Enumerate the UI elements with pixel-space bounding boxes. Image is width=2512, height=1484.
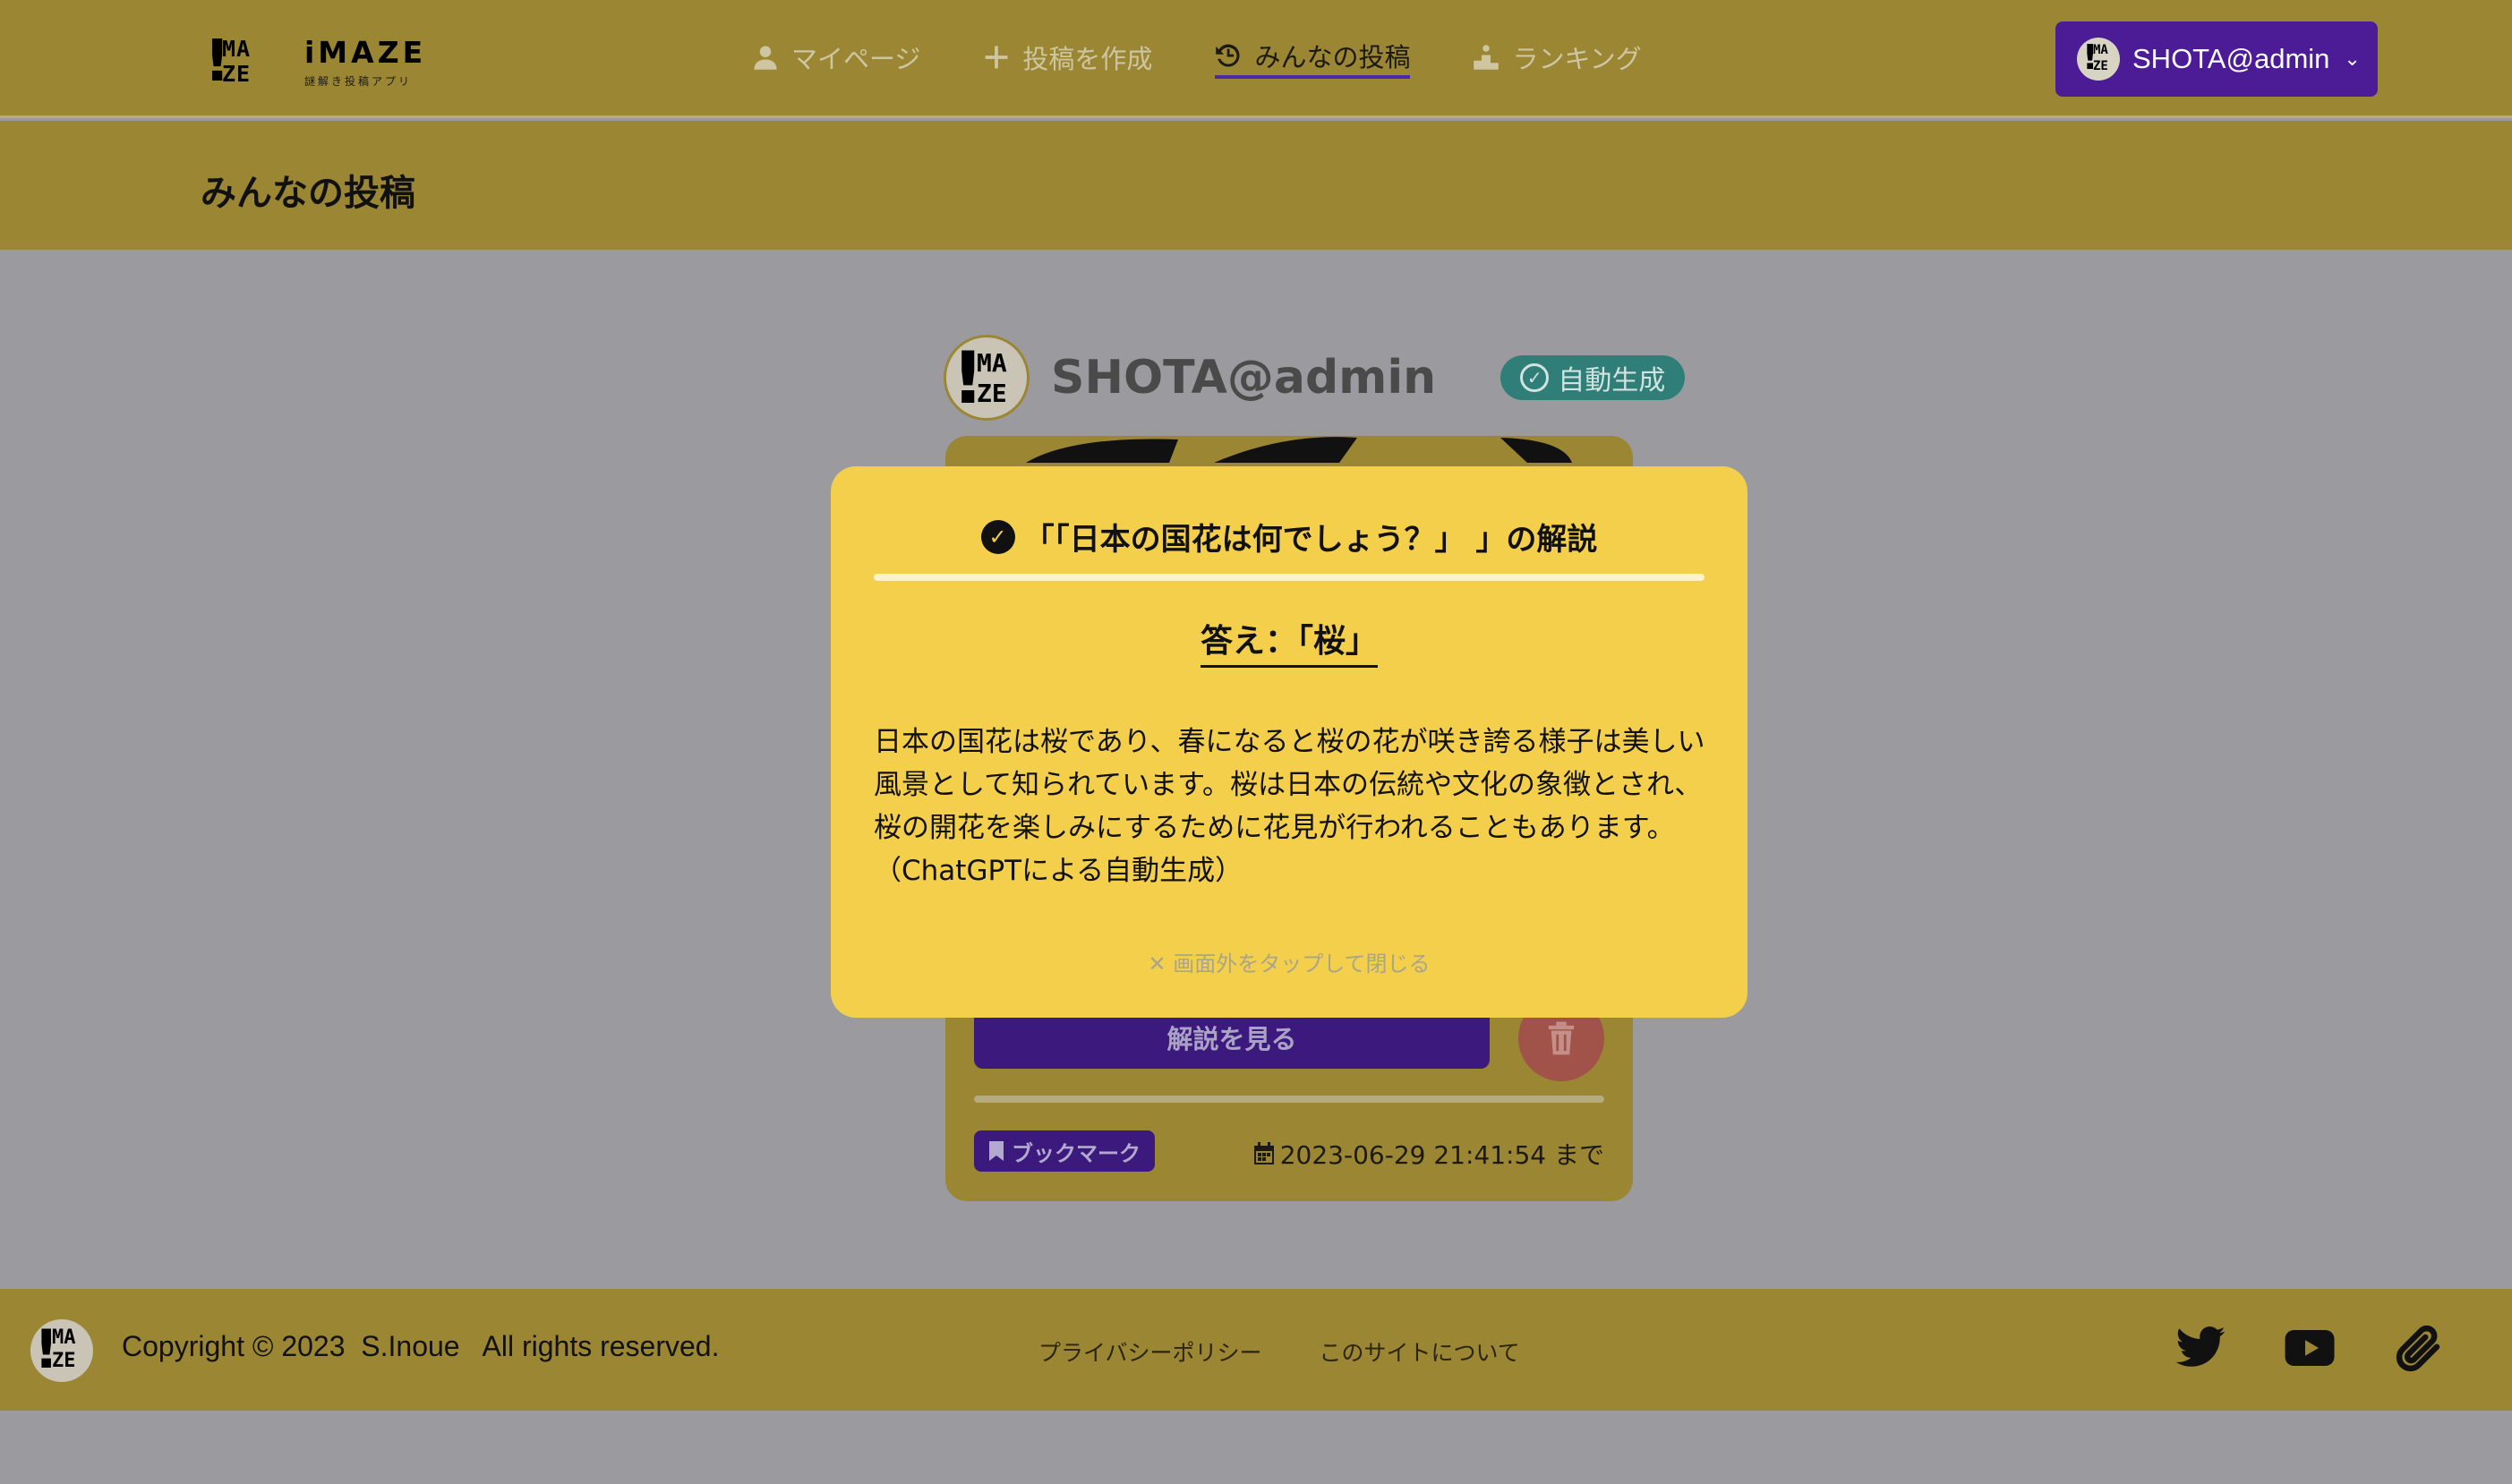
modal-title-text: 「「日本の国花は何でしょう？」 」の解説 (1023, 522, 1598, 558)
plus-icon (985, 46, 1008, 69)
about-link[interactable]: このサイトについて (1320, 1335, 1520, 1368)
bookmark-icon (989, 1141, 1004, 1161)
modal-answer: 答え：「桜」 (831, 615, 1747, 668)
logo-title: iMAZE (304, 35, 427, 70)
user-menu-label: SHOTA@admin (2132, 43, 2330, 74)
post-image (1026, 437, 1572, 463)
copyright: Copyright © 2023 S.Inoue All rights rese… (122, 1330, 720, 1362)
avatar: ! MA ZE (2077, 38, 2120, 81)
nav-item-label: 投稿を作成 (1022, 44, 1153, 74)
footer: ! MA ZE Copyright © 2023 S.Inoue All right… (0, 1289, 2512, 1411)
modal-close-hint[interactable]: ✕ 画面外をタップして閉じる (831, 946, 1747, 977)
bookmark-button[interactable]: ブックマーク (974, 1130, 1155, 1172)
status-badge: ✓ 自動生成 (1500, 355, 1686, 400)
check-circle-icon: ✓ (1520, 363, 1550, 392)
badge-label: 自動生成 (1558, 365, 1666, 397)
page-header: みんなの投稿 (0, 121, 2512, 250)
app-logo[interactable]: ! MA ZE iMAZE 謎解き投稿アプリ (201, 30, 426, 93)
youtube-icon[interactable] (2283, 1321, 2337, 1375)
logo-subtitle: 謎解き投稿アプリ (304, 75, 413, 88)
chevron-down-icon: ⌄ (2344, 47, 2361, 70)
card-divider (974, 1096, 1604, 1103)
logo-mark-icon: ! MA ZE (204, 29, 252, 95)
calendar-icon (1253, 1142, 1274, 1164)
modal-title: ✓ 「「日本の国花は何でしょう？」 」の解説 (831, 515, 1747, 559)
nav-item-ranking[interactable]: ランキング (1473, 36, 1642, 79)
modal-divider (874, 574, 1705, 581)
nav-item-label: みんなの投稿 (1254, 42, 1411, 72)
privacy-policy-link[interactable]: プライバシーポリシー (1038, 1335, 1262, 1368)
explanation-modal: ✓ 「「日本の国花は何でしょう？」 」の解説 答え：「桜」 日本の国花は桜であり… (831, 466, 1747, 1018)
user-menu-button[interactable]: ! MA ZE SHOTA@admin ⌄ (2055, 21, 2378, 97)
social-links (2174, 1321, 2446, 1375)
main-nav: マイページ 投稿を作成 みんなの投稿 ランキング (752, 36, 1705, 79)
post-author: ! MA ZE SHOTA@admin ✓ 自動生成 (944, 335, 1686, 421)
answer-text: 答え：「桜」 (1200, 623, 1378, 668)
page-title: みんなの投稿 (201, 173, 415, 214)
footer-logo[interactable]: ! MA ZE (30, 1319, 93, 1382)
podium-icon (1474, 45, 1500, 70)
check-circle-icon: ✓ (980, 519, 1015, 554)
nav-item-label: マイページ (791, 44, 921, 74)
user-icon (754, 46, 777, 70)
bookmark-label: ブックマーク (1012, 1140, 1141, 1166)
footer-links: プライバシーポリシー このサイトについて (1038, 1335, 1520, 1368)
modal-body: 日本の国花は桜であり、春になると桜の花が咲き誇る様子は美しい風景として知られてい… (874, 726, 1705, 887)
nav-item-label: ランキング (1512, 44, 1642, 74)
trash-icon (1548, 1021, 1575, 1055)
history-icon (1216, 44, 1240, 67)
avatar[interactable]: ! MA ZE (944, 335, 1030, 421)
author-name[interactable]: SHOTA@admin (1051, 351, 1436, 405)
nav-item-create-post[interactable]: 投稿を作成 (983, 36, 1152, 79)
close-hint-text: 画面外をタップして閉じる (1173, 951, 1431, 977)
paperclip-icon[interactable] (2392, 1321, 2446, 1375)
nav-item-mypage[interactable]: マイページ (752, 36, 920, 79)
twitter-icon[interactable] (2174, 1321, 2227, 1375)
top-navbar: ! MA ZE iMAZE 謎解き投稿アプリ マイページ 投稿を作成 みんなの投稿 … (0, 0, 2512, 118)
deadline-text: 2023-06-29 21:41:54 まで (1279, 1140, 1604, 1170)
close-icon: ✕ (1148, 951, 1166, 977)
nav-item-all-posts[interactable]: みんなの投稿 (1215, 36, 1411, 79)
deadline: 2023-06-29 21:41:54 まで (1253, 1136, 1604, 1172)
